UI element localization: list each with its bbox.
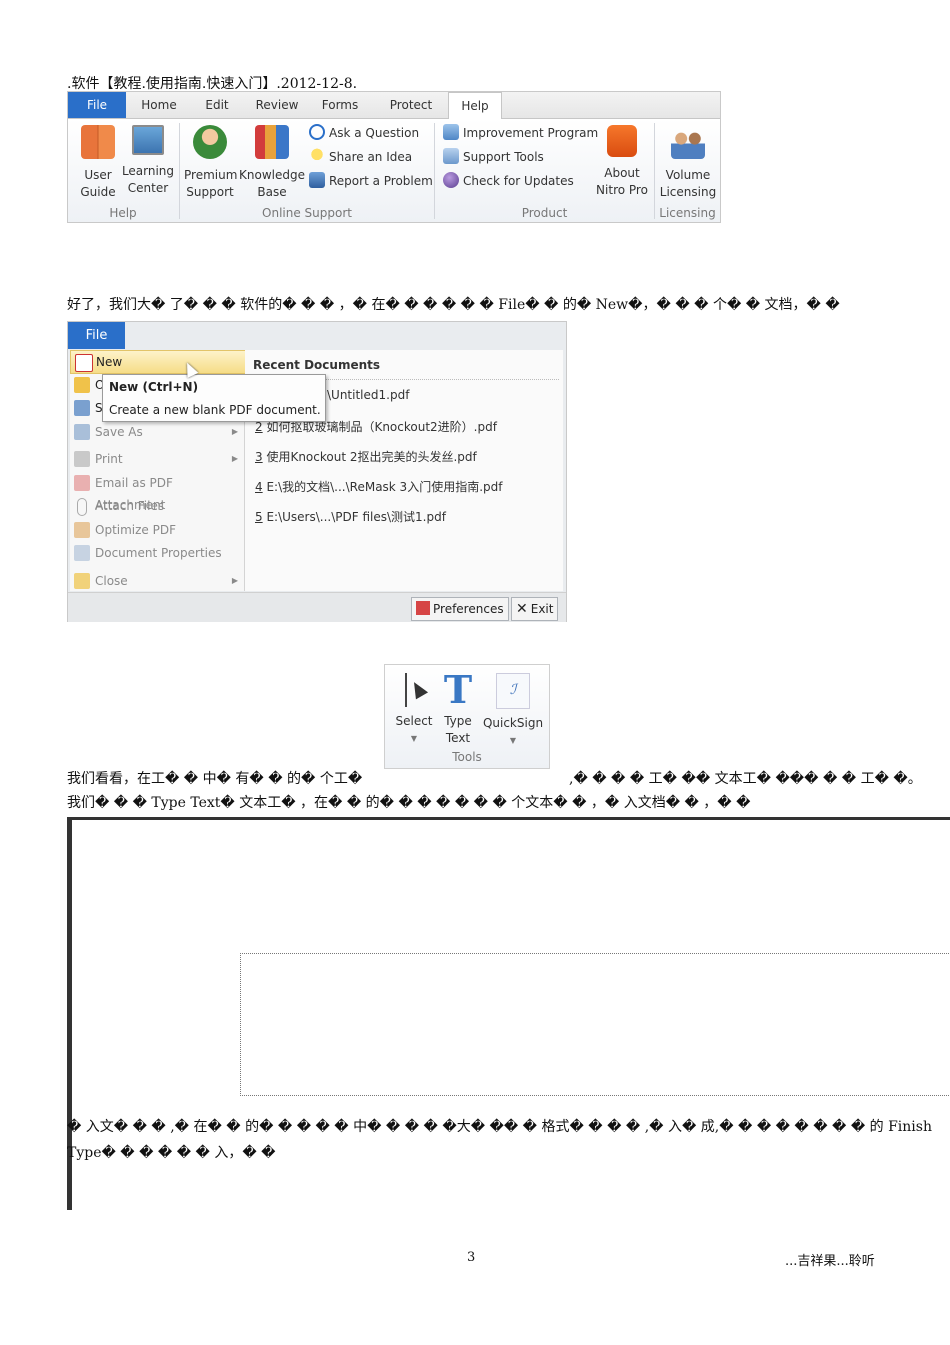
submenu-arrow-icon: ▶ <box>231 576 238 585</box>
support-person-icon <box>193 125 227 159</box>
knowledge-base-button[interactable]: Knowledge Base <box>239 125 305 201</box>
close-icon: ✕ <box>516 601 528 617</box>
dropdown-arrow-icon: ▼ <box>410 734 418 743</box>
ribbon-body: User Guide Learning Center Help Premium … <box>68 119 720 222</box>
file-menu-footer: Preferences ✕ Exit <box>68 592 566 622</box>
page-number: 3 <box>467 1250 476 1265</box>
recent-document-3[interactable]: 3 使用Knockout 2抠出完美的头发丝.pdf <box>255 448 477 465</box>
optimize-icon <box>74 522 90 538</box>
tooltip-title: New (Ctrl+N) <box>109 380 199 394</box>
paragraph-intro: 好了，我们大� 了� � � 软件的� � � ，� 在� � � � � � … <box>67 297 840 313</box>
submenu-arrow-icon: ▶ <box>231 427 238 436</box>
tools-group-label: Tools <box>452 750 482 764</box>
paragraph-type-text: 我们� � � Type Text� 文本工� ，在� � 的� � � � �… <box>67 795 751 811</box>
share-idea-button[interactable]: Share an Idea <box>309 147 412 167</box>
header-text: .软件【教程.使用指南.快速入门】.2012-12-8. <box>67 76 358 92</box>
tooltip-description: Create a new blank PDF document. <box>109 403 321 417</box>
check-updates-button[interactable]: Check for Updates <box>443 171 574 191</box>
tools-screenshot: Select ▼ T Type Text ℐ QuickSign ▼ Tools <box>384 664 550 769</box>
text-box-outline <box>240 953 950 1096</box>
dropdown-arrow-icon: ▼ <box>509 736 517 745</box>
menu-item-new[interactable]: New <box>70 350 246 374</box>
menu-item-optimize[interactable]: Optimize PDF <box>70 519 244 541</box>
file-menu-screenshot: File New O S Save As ▶ Print ▶ Email as … <box>67 321 567 622</box>
books-icon <box>255 125 289 159</box>
paragraph-finish: � 入文� � � ,� 在� � 的� � � � � 中� � � � �大… <box>67 1119 932 1135</box>
premium-support-button[interactable]: Premium Support <box>184 125 237 201</box>
tab-edit[interactable]: Edit <box>192 92 242 118</box>
volume-licensing-button[interactable]: Volume Licensing <box>658 125 718 201</box>
file-tab[interactable]: File <box>68 322 125 349</box>
recent-document-4[interactable]: 4 E:\我的文档\...\ReMask 3入门使用指南.pdf <box>255 478 502 495</box>
group-separator <box>654 123 655 219</box>
disk-icon <box>74 400 90 416</box>
properties-icon <box>74 545 90 561</box>
new-document-icon <box>75 354 93 372</box>
recent-document-5[interactable]: 5 E:\Users\...\PDF files\测试1.pdf <box>255 508 446 525</box>
book-icon <box>81 125 115 159</box>
nitro-logo-icon <box>607 125 637 157</box>
type-text-icon: T <box>443 667 473 712</box>
email-pdf-icon <box>74 475 90 491</box>
question-icon <box>309 124 325 140</box>
paragraph-toolbar-right: ,� � � � 工� �� 文本工� ��� � � 工� �。 <box>569 771 922 787</box>
printer-icon <box>74 451 90 467</box>
ribbon-tab-bar: File Home Edit Review Forms Protect Help <box>68 92 720 120</box>
group-label-licensing: Licensing <box>659 206 716 220</box>
group-label-product: Product <box>521 206 568 220</box>
preferences-button[interactable]: Preferences <box>411 597 509 621</box>
tab-protect[interactable]: Protect <box>383 92 439 118</box>
menu-item-attach[interactable]: Attach Files <box>70 495 244 517</box>
paperclip-icon <box>77 498 87 516</box>
tab-home[interactable]: Home <box>133 92 185 118</box>
menu-item-email[interactable]: Email as PDF Attachment <box>70 472 244 512</box>
select-cursor-icon <box>399 673 429 707</box>
quicksign-tool-button[interactable]: ℐ QuickSign ▼ <box>481 673 545 749</box>
tab-forms[interactable]: Forms <box>315 92 365 118</box>
tab-help[interactable]: Help <box>448 92 502 120</box>
menu-item-print[interactable]: Print ▶ <box>70 448 244 470</box>
close-folder-icon <box>74 573 90 589</box>
monitor-icon <box>132 125 164 155</box>
screenshot-frame-top <box>67 817 950 820</box>
paragraph-finish-cont: Type� � � � � � 入，� � <box>67 1145 276 1161</box>
menu-item-properties[interactable]: Document Properties <box>70 542 244 564</box>
tools-icon <box>443 148 459 164</box>
recent-documents-header: Recent Documents <box>253 358 381 372</box>
submenu-arrow-icon: ▶ <box>231 454 238 463</box>
group-separator <box>179 123 180 219</box>
globe-icon <box>443 172 459 188</box>
support-tools-button[interactable]: Support Tools <box>443 147 544 167</box>
paragraph-toolbar-left: 我们看看，在工� � 中� 有� � 的� 个工� <box>67 771 363 787</box>
signature-icon: ℐ <box>496 673 530 709</box>
tab-file[interactable]: File <box>68 92 126 118</box>
learning-center-button[interactable]: Learning Center <box>121 125 175 197</box>
about-nitro-button[interactable]: About Nitro Pro <box>594 125 650 199</box>
group-label-help: Help <box>109 206 137 220</box>
ribbon-screenshot: File Home Edit Review Forms Protect Help… <box>67 91 721 223</box>
group-label-online-support: Online Support <box>262 206 352 220</box>
new-tooltip: New (Ctrl+N) Create a new blank PDF docu… <box>102 374 326 422</box>
menu-item-save-as[interactable]: Save As ▶ <box>70 421 244 443</box>
report-problem-button[interactable]: Report a Problem <box>309 171 433 191</box>
improvement-program-button[interactable]: Improvement Program <box>443 123 598 143</box>
exit-button[interactable]: ✕ Exit <box>511 597 559 621</box>
menu-item-close[interactable]: Close ▶ <box>70 570 244 592</box>
lightbulb-icon <box>309 148 325 164</box>
tab-review[interactable]: Review <box>250 92 304 118</box>
save-as-icon <box>74 424 90 440</box>
type-text-tool-button[interactable]: T Type Text <box>437 667 479 747</box>
ask-question-button[interactable]: Ask a Question <box>309 123 419 143</box>
folder-icon <box>74 377 90 393</box>
user-guide-button[interactable]: User Guide <box>76 125 120 201</box>
footer-right-text: ...吉祥果...聆听 <box>785 1254 875 1269</box>
group-separator <box>434 123 435 219</box>
people-icon <box>671 125 705 159</box>
report-icon <box>309 172 325 188</box>
improvement-icon <box>443 124 459 140</box>
preferences-icon <box>416 601 430 615</box>
select-tool-button[interactable]: Select ▼ <box>393 673 435 747</box>
recent-document-1[interactable]: \Untitled1.pdf <box>327 388 409 402</box>
